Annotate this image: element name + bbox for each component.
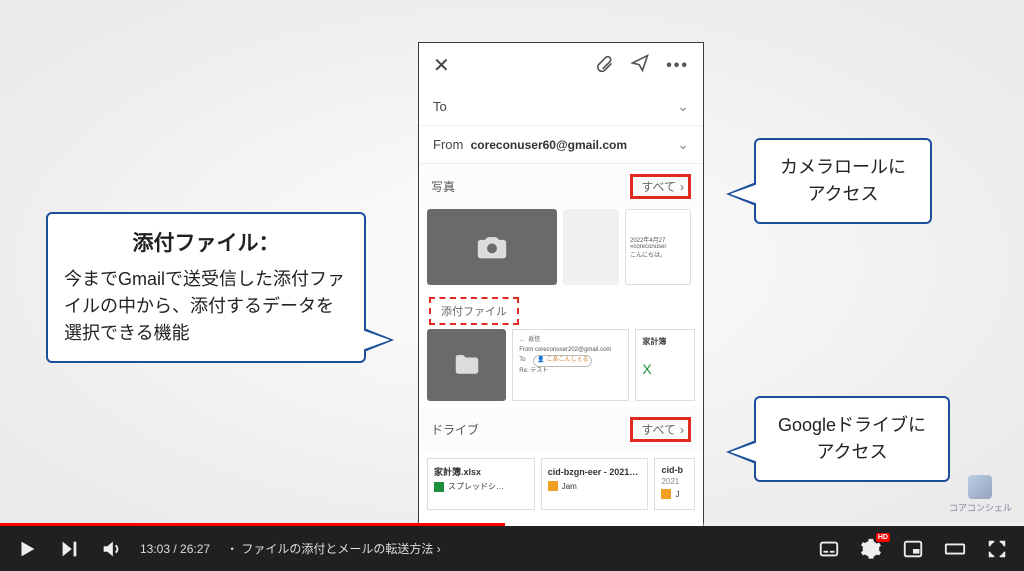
chevron-down-icon[interactable]: ⌄ <box>677 98 689 115</box>
photos-all-button[interactable]: すべて › <box>630 174 691 199</box>
photos-label: 写真 <box>431 178 455 195</box>
callout-google-drive: Googleドライブに アクセス <box>754 396 950 482</box>
from-address: coreconuser60@gmail.com <box>471 138 627 152</box>
chevron-right-icon: › <box>680 423 684 437</box>
photos-section-header: 写真 すべて › <box>419 164 703 209</box>
attach-label: 添付ファイル <box>429 297 519 325</box>
drive-file-card[interactable]: cid-bzgn-eer - 2021年 3月11日 Jam <box>541 458 649 510</box>
jam-icon <box>661 489 671 499</box>
from-field[interactable]: From coreconuser60@gmail.com ⌄ <box>419 126 703 164</box>
photo-text-thumbnail[interactable]: 2022年4月27 «coreconuser こんにちは。 <box>625 209 691 285</box>
to-label: To <box>433 99 447 114</box>
attach-icon[interactable] <box>594 53 614 78</box>
file-preview-card[interactable]: 家計簿 X <box>635 329 695 401</box>
send-icon[interactable] <box>630 53 650 78</box>
attachments-section-header: 添付ファイル <box>419 291 703 329</box>
callout-body: 今までGmailで送受信した添付ファイルの中から、添付するデータを選択できる機能 <box>64 266 348 347</box>
callout-title: 添付ファイル： <box>64 228 348 260</box>
player-controls: 13:03 / 26:27 ・ ファイルの添付とメールの転送方法 › HD <box>0 526 1024 571</box>
callout-tail <box>730 184 758 204</box>
sheets-icon <box>434 482 444 492</box>
chapter-title[interactable]: ・ ファイルの添付とメールの転送方法 › <box>226 540 441 557</box>
drive-files-row: 家計簿.xlsx スプレッドシ… cid-bzgn-eer - 2021年 3月… <box>419 452 703 516</box>
video-frame: ✕ ••• To ⌄ From coreconuser60@gmail.com … <box>0 0 1024 526</box>
callout-tail <box>362 330 390 350</box>
chevron-right-icon: › <box>680 180 684 194</box>
compose-toolbar: ✕ ••• <box>419 43 703 88</box>
chevron-down-icon[interactable]: ⌄ <box>677 136 689 153</box>
more-icon[interactable]: ••• <box>666 57 689 75</box>
attachments-thumbnails: ←返信 From coreconuser202@gmail.com To 👤 こ… <box>419 329 703 407</box>
callout-camera-roll: カメラロールに アクセス <box>754 138 932 224</box>
drive-file-card[interactable]: cid-b 2021 J <box>654 458 695 510</box>
captions-button[interactable] <box>816 536 842 562</box>
jam-icon <box>548 481 558 491</box>
phone-mockup: ✕ ••• To ⌄ From coreconuser60@gmail.com … <box>418 42 704 526</box>
watermark-icon <box>968 475 992 499</box>
callout-tail <box>730 442 758 462</box>
photos-thumbnails: 2022年4月27 «coreconuser こんにちは。 <box>419 209 703 291</box>
to-field[interactable]: To ⌄ <box>419 88 703 126</box>
chevron-right-icon: › <box>437 542 441 556</box>
camera-thumbnail[interactable] <box>427 209 557 285</box>
drive-section-header: ドライブ すべて › <box>419 407 703 452</box>
next-button[interactable] <box>56 536 82 562</box>
photo-thumbnail[interactable] <box>563 209 619 285</box>
settings-button[interactable]: HD <box>858 536 884 562</box>
drive-label: ドライブ <box>431 421 479 438</box>
mail-preview-card[interactable]: ←返信 From coreconuser202@gmail.com To 👤 こ… <box>512 329 629 401</box>
channel-watermark[interactable]: コアコンシェル <box>949 475 1012 514</box>
close-icon[interactable]: ✕ <box>433 53 450 78</box>
from-label: From <box>433 137 463 152</box>
drive-all-button[interactable]: すべて › <box>630 417 691 442</box>
hd-badge: HD <box>876 533 890 542</box>
fullscreen-button[interactable] <box>984 536 1010 562</box>
play-button[interactable] <box>14 536 40 562</box>
theater-button[interactable] <box>942 536 968 562</box>
folder-thumbnail[interactable] <box>427 329 506 401</box>
time-display: 13:03 / 26:27 <box>140 542 210 556</box>
callout-attach-explain: 添付ファイル： 今までGmailで送受信した添付ファイルの中から、添付するデータ… <box>46 212 366 363</box>
miniplayer-button[interactable] <box>900 536 926 562</box>
volume-button[interactable] <box>98 536 124 562</box>
drive-file-card[interactable]: 家計簿.xlsx スプレッドシ… <box>427 458 535 510</box>
